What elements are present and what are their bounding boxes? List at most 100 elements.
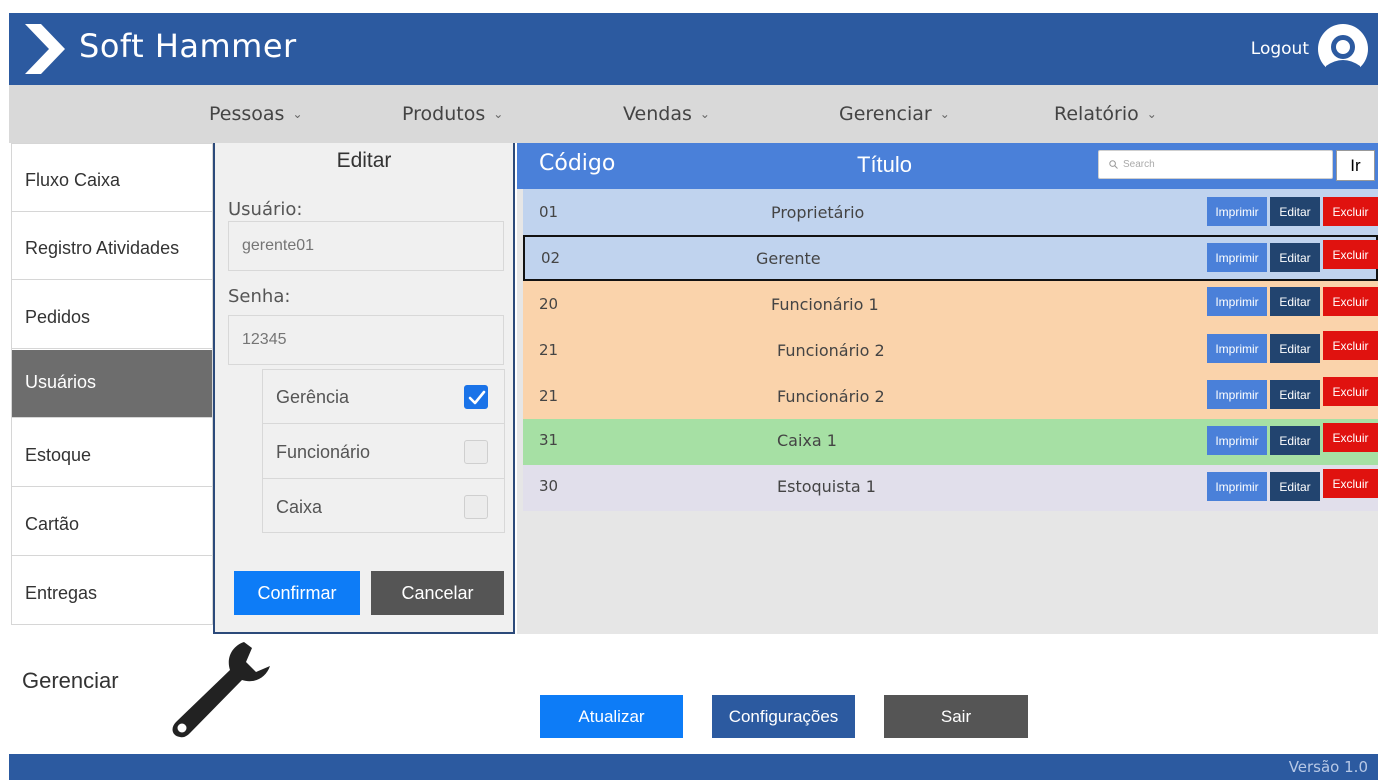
- table-row[interactable]: 31 Caixa 1 Imprimir Editar Excluir: [523, 419, 1378, 465]
- main-nav: Pessoas ⌄ Produtos ⌄ Vendas ⌄ Gerenciar ⌄ Re…: [9, 85, 1378, 143]
- edit-button[interactable]: Editar: [1270, 334, 1320, 363]
- edit-button[interactable]: Editar: [1270, 380, 1320, 409]
- role-options: Gerência Funcionário Caixa: [262, 369, 505, 533]
- row-code: 01: [539, 203, 559, 221]
- row-code: 02: [541, 249, 561, 267]
- settings-button[interactable]: Configurações: [712, 695, 855, 738]
- manage-section-label: Gerenciar: [22, 668, 119, 693]
- sidebar-item-pedidos[interactable]: Pedidos: [12, 281, 212, 349]
- nav-label: Produtos: [402, 103, 486, 125]
- confirm-button[interactable]: Confirmar: [234, 571, 360, 615]
- table-row[interactable]: 21 Funcionário 2 Imprimir Editar Excluir: [523, 373, 1378, 419]
- edit-button[interactable]: Editar: [1270, 243, 1320, 272]
- nav-relatorio[interactable]: Relatório ⌄: [1054, 103, 1157, 125]
- print-button[interactable]: Imprimir: [1207, 426, 1267, 455]
- row-code: 21: [539, 387, 559, 405]
- role-label: Caixa: [276, 497, 323, 517]
- print-button[interactable]: Imprimir: [1207, 287, 1267, 316]
- password-input[interactable]: [228, 315, 504, 365]
- table-row[interactable]: 21 Funcionário 2 Imprimir Editar Excluir: [523, 327, 1378, 373]
- delete-button[interactable]: Excluir: [1323, 331, 1378, 360]
- funcionario-checkbox[interactable]: [464, 440, 488, 464]
- sidebar-item-label: Entregas: [25, 583, 98, 603]
- refresh-button[interactable]: Atualizar: [540, 695, 683, 738]
- sidebar-item-usuarios[interactable]: Usuários: [12, 350, 212, 418]
- nav-label: Pessoas: [209, 103, 285, 125]
- sidebar-item-label: Estoque: [25, 445, 92, 465]
- sidebar-item-fluxo-caixa[interactable]: Fluxo Caixa: [12, 144, 212, 212]
- nav-label: Relatório: [1054, 103, 1139, 125]
- delete-button[interactable]: Excluir: [1323, 423, 1378, 452]
- sidebar-item-entregas[interactable]: Entregas: [12, 557, 212, 625]
- code-column-header: Código: [539, 151, 616, 176]
- row-code: 20: [539, 295, 559, 313]
- role-option-gerencia[interactable]: Gerência: [263, 370, 504, 424]
- chevron-right-icon: [25, 24, 65, 74]
- logout-link[interactable]: Logout: [1251, 39, 1309, 59]
- chevron-down-icon: ⌄: [699, 107, 710, 121]
- search-go-button[interactable]: Ir: [1336, 150, 1375, 181]
- chevron-down-icon: ⌄: [292, 107, 303, 121]
- print-button[interactable]: Imprimir: [1207, 334, 1267, 363]
- gerencia-checkbox[interactable]: [464, 385, 488, 409]
- sidebar-item-cartao[interactable]: Cartão: [12, 488, 212, 556]
- search-icon: [1109, 160, 1118, 169]
- row-title: Estoquista 1: [777, 477, 876, 496]
- user-avatar-icon[interactable]: [1318, 24, 1368, 74]
- title-column-header: Título: [857, 152, 913, 177]
- nav-vendas[interactable]: Vendas ⌄: [623, 103, 710, 125]
- row-code: 30: [539, 477, 559, 495]
- print-button[interactable]: Imprimir: [1207, 472, 1267, 501]
- table-row[interactable]: 30 Estoquista 1 Imprimir Editar Excluir: [523, 465, 1378, 511]
- print-button[interactable]: Imprimir: [1207, 380, 1267, 409]
- row-title: Funcionário 2: [777, 387, 885, 406]
- print-button[interactable]: Imprimir: [1207, 197, 1267, 226]
- chevron-down-icon: ⌄: [493, 107, 504, 121]
- delete-button[interactable]: Excluir: [1323, 240, 1378, 269]
- nav-gerenciar[interactable]: Gerenciar ⌄: [839, 103, 950, 125]
- sidebar-item-label: Pedidos: [25, 307, 91, 327]
- nav-label: Vendas: [623, 103, 692, 125]
- user-input[interactable]: [228, 221, 504, 271]
- row-title: Caixa 1: [777, 431, 837, 450]
- table-row[interactable]: 02 Gerente Imprimir Editar Excluir: [523, 235, 1378, 281]
- table-header: Código Título Search Ir: [517, 143, 1378, 189]
- role-option-funcionario[interactable]: Funcionário: [263, 425, 504, 479]
- edit-button[interactable]: Editar: [1270, 197, 1320, 226]
- row-code: 21: [539, 341, 559, 359]
- delete-button[interactable]: Excluir: [1323, 469, 1378, 498]
- edit-button[interactable]: Editar: [1270, 287, 1320, 316]
- edit-panel-title: Editar: [336, 149, 392, 172]
- caixa-checkbox[interactable]: [464, 495, 488, 519]
- checkmark-icon: [468, 390, 486, 405]
- edit-button[interactable]: Editar: [1270, 472, 1320, 501]
- nav-pessoas[interactable]: Pessoas ⌄: [209, 103, 303, 125]
- edit-button[interactable]: Editar: [1270, 426, 1320, 455]
- edit-user-panel: Editar Usuário: Senha: Gerência Funcioná…: [213, 143, 515, 634]
- row-code: 31: [539, 431, 559, 449]
- cancel-button[interactable]: Cancelar: [371, 571, 504, 615]
- delete-button[interactable]: Excluir: [1323, 287, 1378, 316]
- version-label: Versão 1.0: [1288, 758, 1368, 776]
- table-row[interactable]: 20 Funcionário 1 Imprimir Editar Excluir: [523, 281, 1378, 327]
- print-button[interactable]: Imprimir: [1207, 243, 1267, 272]
- role-option-caixa[interactable]: Caixa: [263, 480, 504, 534]
- nav-label: Gerenciar: [839, 103, 932, 125]
- delete-button[interactable]: Excluir: [1323, 377, 1378, 406]
- nav-produtos[interactable]: Produtos ⌄: [402, 103, 503, 125]
- search-placeholder: Search: [1123, 159, 1155, 170]
- exit-button[interactable]: Sair: [884, 695, 1028, 738]
- sidebar: Fluxo Caixa Registro Atividades Pedidos …: [11, 143, 213, 625]
- wrench-icon: [172, 642, 270, 738]
- users-table: Código Título Search Ir 01 Proprietário …: [517, 143, 1378, 634]
- role-label: Gerência: [276, 387, 350, 407]
- row-title: Proprietário: [771, 203, 865, 222]
- sidebar-item-label: Fluxo Caixa: [25, 170, 121, 190]
- sidebar-item-registro-atividades[interactable]: Registro Atividades: [12, 212, 212, 280]
- sidebar-item-estoque[interactable]: Estoque: [12, 419, 212, 487]
- delete-button[interactable]: Excluir: [1323, 197, 1378, 226]
- table-row[interactable]: 01 Proprietário Imprimir Editar Excluir: [523, 189, 1378, 235]
- search-input[interactable]: Search: [1098, 150, 1333, 179]
- row-title: Funcionário 1: [771, 295, 879, 314]
- sidebar-item-label: Usuários: [25, 372, 97, 392]
